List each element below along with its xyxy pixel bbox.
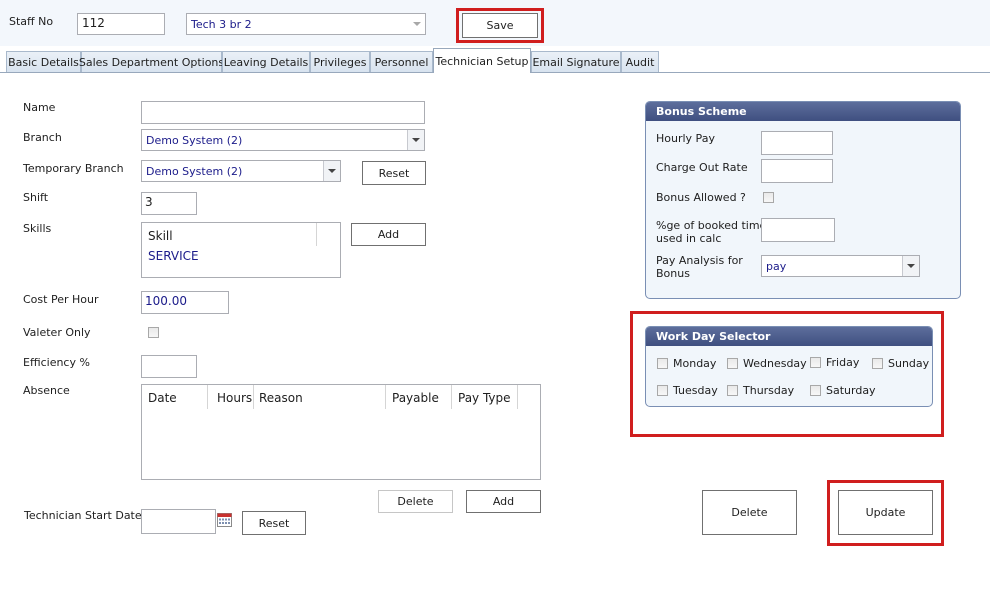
update-highlight-frame <box>827 480 944 546</box>
delete-button[interactable]: Delete <box>702 490 797 535</box>
tab-technician-setup[interactable]: Technician Setup <box>433 48 531 73</box>
technician-start-date-reset-button[interactable]: Reset <box>242 511 306 535</box>
temporary-branch-label: Temporary Branch <box>23 162 124 175</box>
tab-personnel[interactable]: Personnel <box>370 51 433 72</box>
column-divider <box>385 385 386 409</box>
tab-leaving-details[interactable]: Leaving Details <box>222 51 310 72</box>
pay-analysis-label-line2: Bonus <box>656 267 690 280</box>
technician-start-date-label: Technician Start Date <box>24 509 142 522</box>
valeter-only-checkbox[interactable] <box>148 327 159 338</box>
staff-no-value: 112 <box>82 16 105 30</box>
booked-time-label-line2: used in calc <box>656 232 722 245</box>
name-label: Name <box>23 101 56 114</box>
shift-label: Shift <box>23 191 49 204</box>
temporary-branch-select[interactable]: Demo System (2) <box>141 160 341 182</box>
technician-start-date-field[interactable] <box>141 509 216 534</box>
valeter-only-label: Valeter Only <box>23 326 91 339</box>
staff-no-label: Staff No <box>9 15 54 28</box>
cost-per-hour-value: 100.00 <box>145 294 187 308</box>
pay-analysis-value: pay <box>766 259 787 273</box>
branch-label: Branch <box>23 131 62 144</box>
column-divider <box>207 385 208 409</box>
pay-analysis-label-line1: Pay Analysis for <box>656 254 743 267</box>
tab-basic-details[interactable]: Basic Details <box>6 51 81 72</box>
column-divider <box>316 223 317 246</box>
absence-column-pay-type: Pay Type <box>458 391 511 405</box>
absence-column-date: Date <box>148 391 177 405</box>
skills-column-header: Skill <box>148 229 173 243</box>
tab-sales-department-options[interactable]: Sales Department Options <box>79 51 224 72</box>
staff-select-value: Tech 3 br 2 <box>191 17 252 31</box>
absence-label: Absence <box>23 384 70 397</box>
absence-column-payable: Payable <box>392 391 439 405</box>
work-day-highlight-frame <box>630 311 944 437</box>
bonus-scheme-title: Bonus Scheme <box>646 102 960 121</box>
cost-per-hour-label: Cost Per Hour <box>23 293 99 306</box>
hourly-pay-label: Hourly Pay <box>656 132 715 145</box>
efficiency-field[interactable] <box>141 355 197 378</box>
efficiency-label: Efficiency % <box>23 356 90 369</box>
staff-no-field[interactable]: 112 <box>77 13 165 35</box>
column-divider <box>517 385 518 409</box>
add-skill-button[interactable]: Add <box>351 223 426 246</box>
chevron-down-icon <box>323 161 340 181</box>
skills-label: Skills <box>23 222 52 235</box>
calendar-icon[interactable] <box>217 513 232 527</box>
branch-select-value: Demo System (2) <box>146 133 243 147</box>
chevron-down-icon <box>902 256 919 276</box>
absence-table[interactable]: Date Hours Reason Payable Pay Type <box>141 384 541 480</box>
temporary-branch-value: Demo System (2) <box>146 164 243 178</box>
charge-out-rate-field[interactable] <box>761 159 833 183</box>
staff-select[interactable]: Tech 3 br 2 <box>186 13 426 35</box>
temporary-branch-reset-button[interactable]: Reset <box>362 161 426 185</box>
cost-per-hour-field[interactable]: 100.00 <box>141 291 229 314</box>
tab-privileges[interactable]: Privileges <box>310 51 370 72</box>
column-divider <box>253 385 254 409</box>
tab-email-signature[interactable]: Email Signature <box>531 51 621 72</box>
chevron-down-icon <box>408 14 425 34</box>
hourly-pay-field[interactable] <box>761 131 833 155</box>
pay-analysis-select[interactable]: pay <box>761 255 920 277</box>
skills-list[interactable]: Skill SERVICE <box>141 222 341 278</box>
chevron-down-icon <box>407 130 424 150</box>
absence-column-hours: Hours <box>217 391 253 405</box>
branch-select[interactable]: Demo System (2) <box>141 129 425 151</box>
shift-value: 3 <box>145 195 153 209</box>
name-field[interactable] <box>141 101 425 124</box>
absence-delete-button[interactable]: Delete <box>378 490 453 513</box>
tab-audit[interactable]: Audit <box>621 51 659 72</box>
booked-time-field[interactable] <box>761 218 835 242</box>
bonus-allowed-label: Bonus Allowed ? <box>656 191 746 204</box>
absence-add-button[interactable]: Add <box>466 490 541 513</box>
booked-time-label-line1: %ge of booked time <box>656 219 767 232</box>
bonus-allowed-checkbox[interactable] <box>763 192 774 203</box>
list-item[interactable]: SERVICE <box>148 249 199 263</box>
charge-out-rate-label: Charge Out Rate <box>656 161 748 174</box>
shift-field[interactable]: 3 <box>141 192 197 215</box>
save-highlight-frame <box>456 8 544 43</box>
absence-column-reason: Reason <box>259 391 303 405</box>
column-divider <box>451 385 452 409</box>
